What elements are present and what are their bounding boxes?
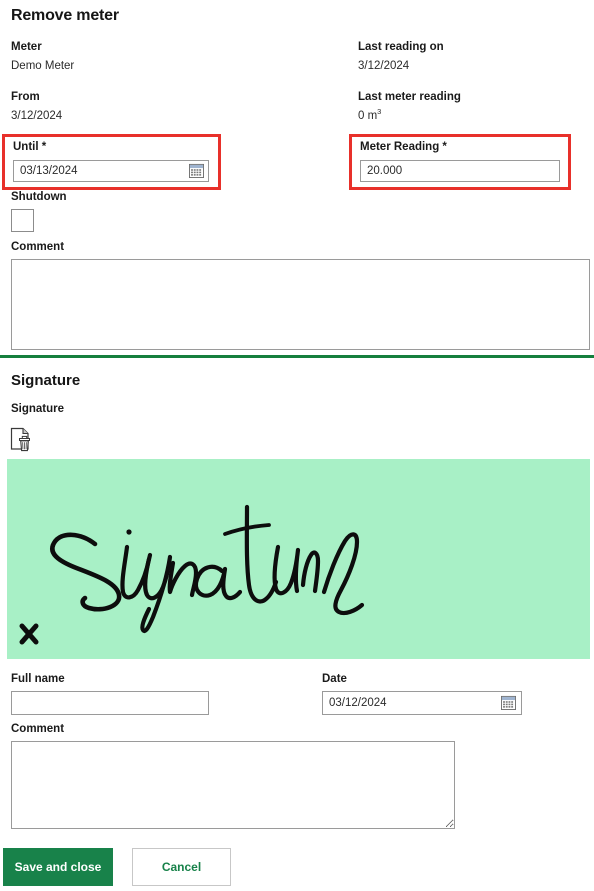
calendar-icon[interactable] [189, 163, 204, 178]
meter-reading-input[interactable] [360, 160, 560, 182]
from-label: From [11, 91, 40, 103]
last-reading-on-value: 3/12/2024 [358, 60, 410, 72]
until-label: Until * [13, 141, 47, 153]
full-name-input[interactable] [11, 691, 209, 715]
cancel-button[interactable]: Cancel [132, 848, 231, 886]
last-meter-reading-number: 0 m [358, 110, 378, 122]
section-divider [0, 355, 594, 358]
last-meter-reading-label: Last meter reading [358, 91, 461, 103]
last-reading-on-label: Last reading on [358, 41, 444, 53]
signature-ink [19, 504, 365, 645]
last-meter-reading-unit-exponent: 3 [377, 107, 382, 117]
full-name-label: Full name [11, 673, 65, 685]
date-label: Date [322, 673, 347, 685]
document-delete-icon[interactable] [10, 427, 34, 453]
save-and-close-button[interactable]: Save and close [3, 848, 113, 886]
meter-value: Demo Meter [11, 60, 75, 72]
signature-canvas[interactable] [7, 459, 590, 659]
until-input[interactable] [13, 160, 209, 182]
date-input[interactable] [322, 691, 522, 715]
page-title: Remove meter [11, 7, 119, 24]
remove-meter-dialog: Remove meter Meter Demo Meter Last readi… [0, 0, 594, 891]
meter-reading-label: Meter Reading * [360, 141, 447, 153]
shutdown-label: Shutdown [11, 191, 67, 203]
signature-section-title: Signature [11, 372, 81, 389]
signature-label: Signature [11, 403, 65, 415]
comment-label-bottom: Comment [11, 723, 65, 735]
calendar-icon[interactable] [501, 695, 516, 710]
from-value: 3/12/2024 [11, 110, 63, 122]
comment-textarea-top[interactable] [11, 259, 590, 350]
signature-x-mark [19, 623, 39, 645]
comment-label-top: Comment [11, 241, 65, 253]
shutdown-checkbox[interactable] [11, 209, 34, 232]
comment-textarea-bottom[interactable] [11, 741, 455, 829]
last-meter-reading-value: 0 m3 [358, 107, 382, 122]
meter-label: Meter [11, 41, 42, 53]
